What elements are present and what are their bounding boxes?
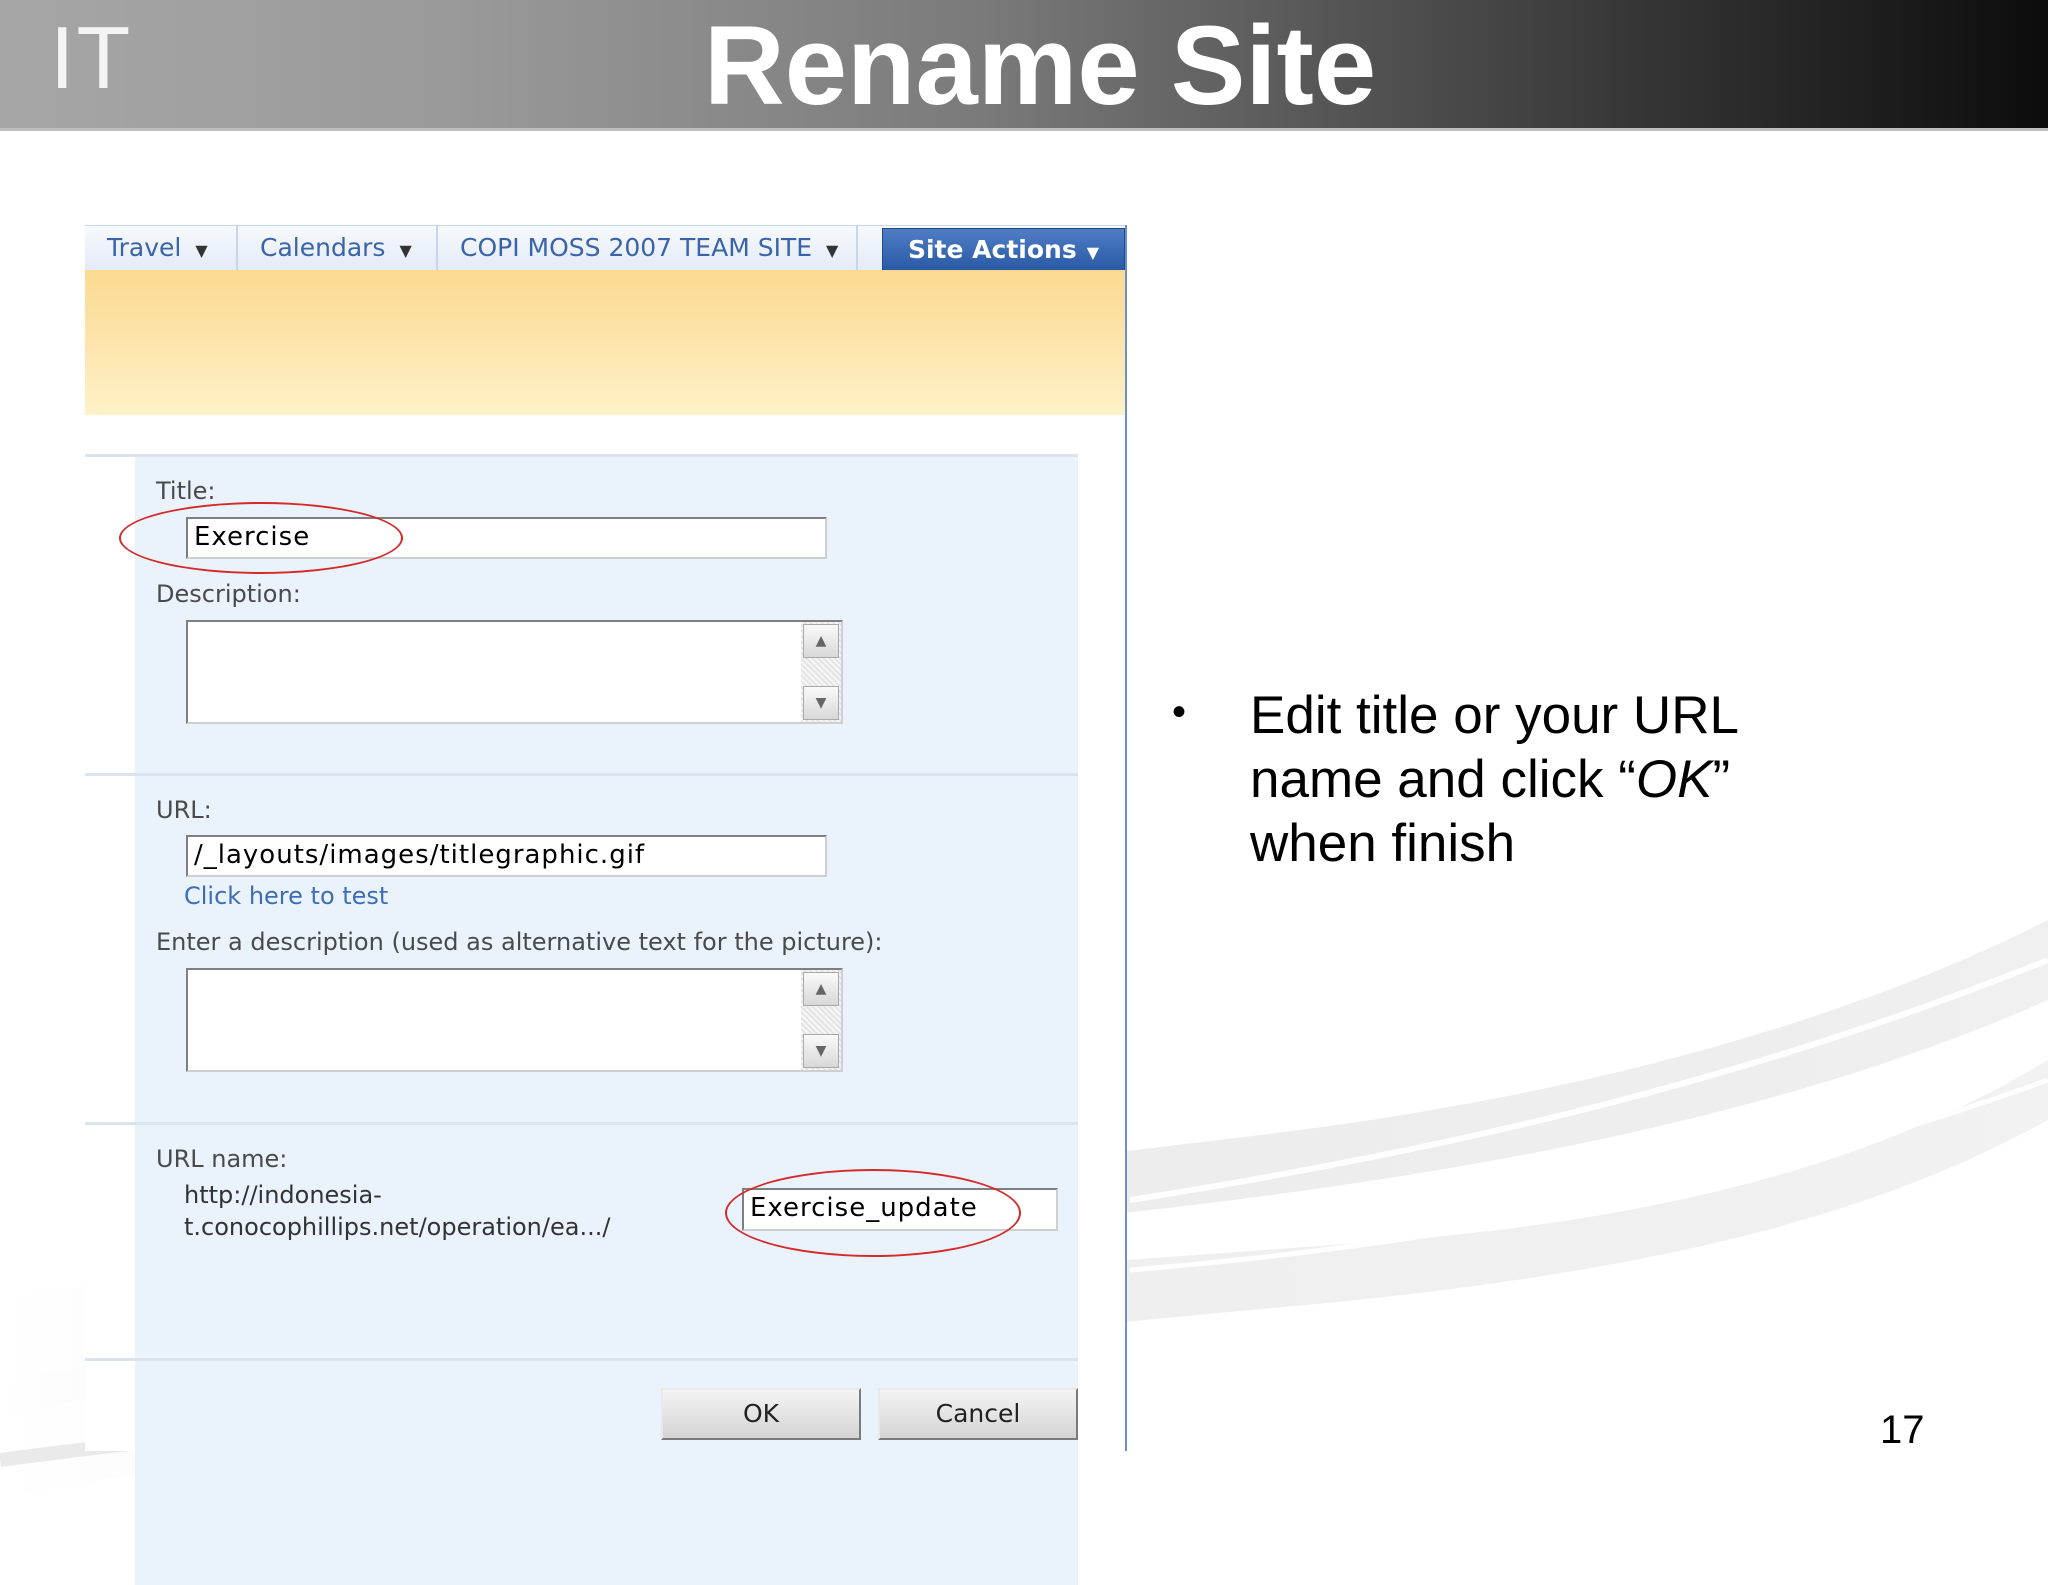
dropdown-caret-icon: ▼ bbox=[1086, 243, 1100, 262]
nav-item-calendars[interactable]: Calendars ▼ bbox=[238, 226, 438, 271]
title-input[interactable]: Exercise bbox=[186, 517, 827, 559]
alt-text-label: Enter a description (used as alternative… bbox=[156, 928, 883, 956]
scroll-up-arrow-icon[interactable]: ▲ bbox=[803, 624, 839, 658]
sharepoint-screenshot: Travel ▼ Calendars ▼ COPI MOSS 2007 TEAM S… bbox=[85, 225, 1127, 1585]
slide-header: IT Rename Site bbox=[0, 0, 2048, 131]
section-divider bbox=[85, 773, 1078, 776]
dropdown-caret-icon: ▼ bbox=[399, 241, 412, 260]
url-prefix-line1: http://indonesia- bbox=[184, 1181, 382, 1209]
url-label: URL: bbox=[156, 796, 212, 824]
page-banner bbox=[85, 270, 1125, 415]
description-label: Description: bbox=[156, 580, 301, 608]
dropdown-caret-icon: ▼ bbox=[195, 241, 208, 260]
test-url-link[interactable]: Click here to test bbox=[184, 882, 388, 910]
alt-text-textarea[interactable]: ▲ ▼ bbox=[186, 968, 843, 1072]
site-actions-label: Site Actions bbox=[907, 235, 1077, 264]
url-name-label: URL name: bbox=[156, 1145, 288, 1173]
ok-button[interactable]: OK bbox=[661, 1388, 861, 1440]
top-navigation-bar: Travel ▼ Calendars ▼ COPI MOSS 2007 TEAM S… bbox=[85, 225, 1125, 271]
url-prefix-line2: t.conocophillips.net/operation/ea.../ bbox=[184, 1213, 611, 1241]
site-actions-menu[interactable]: Site Actions ▼ bbox=[882, 228, 1125, 271]
section-divider bbox=[85, 1358, 1078, 1361]
nav-item-label: Travel bbox=[107, 233, 182, 262]
description-scrollbar[interactable]: ▲ ▼ bbox=[801, 622, 841, 722]
section-divider bbox=[85, 454, 1078, 457]
scroll-down-arrow-icon[interactable]: ▼ bbox=[803, 686, 839, 720]
nav-item-label: Calendars bbox=[260, 233, 386, 262]
bullet-marker: • bbox=[1172, 690, 1187, 734]
scroll-down-arrow-icon[interactable]: ▼ bbox=[803, 1034, 839, 1068]
cancel-button[interactable]: Cancel bbox=[878, 1388, 1078, 1440]
instruction-ok-emphasis: OK bbox=[1635, 750, 1713, 809]
alt-text-scrollbar[interactable]: ▲ ▼ bbox=[801, 970, 841, 1070]
page-number: 17 bbox=[1880, 1408, 1925, 1452]
title-label: Title: bbox=[156, 477, 216, 505]
nav-item-travel[interactable]: Travel ▼ bbox=[85, 226, 238, 271]
instruction-text: Edit title or your URL name and click “O… bbox=[1250, 684, 1870, 876]
nav-item-label: COPI MOSS 2007 TEAM SITE bbox=[460, 233, 813, 262]
slide-title: Rename Site bbox=[703, 3, 1377, 128]
nav-item-team-site[interactable]: COPI MOSS 2007 TEAM SITE ▼ bbox=[438, 226, 858, 271]
url-name-input[interactable]: Exercise_update bbox=[742, 1188, 1058, 1231]
url-input[interactable]: /_layouts/images/titlegraphic.gif bbox=[186, 835, 827, 877]
scroll-up-arrow-icon[interactable]: ▲ bbox=[803, 972, 839, 1006]
description-textarea[interactable]: ▲ ▼ bbox=[186, 620, 843, 724]
dropdown-caret-icon: ▼ bbox=[826, 241, 839, 260]
section-divider bbox=[85, 1122, 1078, 1125]
